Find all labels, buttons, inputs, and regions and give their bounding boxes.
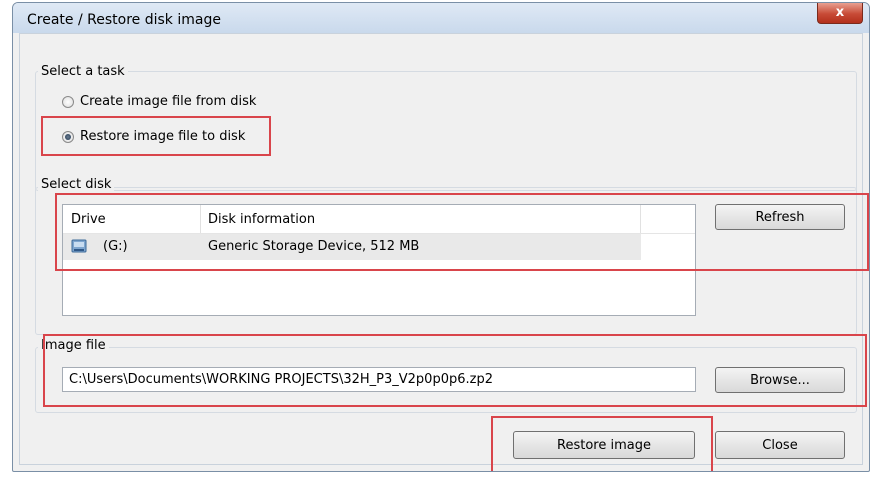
radio-checked-icon [62, 130, 74, 143]
task-legend: Select a task [38, 64, 128, 79]
radio-unchecked-icon [62, 95, 74, 108]
close-button[interactable]: Close [715, 431, 845, 459]
disk-list-header: Drive Disk information [63, 205, 695, 234]
create-image-label: Create image file from disk [80, 94, 257, 109]
restore-image-radio[interactable]: Restore image file to disk [62, 129, 245, 144]
disk-listbox[interactable]: Drive Disk information (G:) Generic Stor… [62, 204, 696, 316]
dialog-body: Select a task Create image file from dis… [19, 33, 863, 465]
close-icon: x [835, 5, 845, 20]
dialog-window: Create / Restore disk image x Select a t… [12, 2, 870, 472]
drive-letter: (G:) [103, 239, 128, 254]
column-divider [200, 205, 201, 233]
title-bar: Create / Restore disk image x [13, 3, 869, 33]
refresh-button[interactable]: Refresh [715, 204, 845, 230]
disk-legend: Select disk [38, 177, 115, 192]
column-divider [640, 205, 641, 233]
image-path-field[interactable]: C:\Users\Documents\WORKING PROJECTS\32H_… [62, 367, 696, 392]
restore-image-label: Restore image file to disk [80, 129, 246, 144]
table-row[interactable]: (G:) Generic Storage Device, 512 MB [63, 234, 641, 260]
column-disk-information[interactable]: Disk information [208, 212, 315, 227]
close-window-button[interactable]: x [817, 3, 863, 24]
browse-button[interactable]: Browse... [715, 367, 845, 393]
restore-image-button[interactable]: Restore image [513, 431, 695, 459]
window-title: Create / Restore disk image [27, 12, 221, 28]
disk-info: Generic Storage Device, 512 MB [208, 239, 420, 254]
column-drive[interactable]: Drive [71, 212, 106, 227]
usb-drive-icon [71, 239, 87, 253]
image-legend: Image file [38, 338, 109, 353]
create-image-radio[interactable]: Create image file from disk [62, 94, 256, 109]
